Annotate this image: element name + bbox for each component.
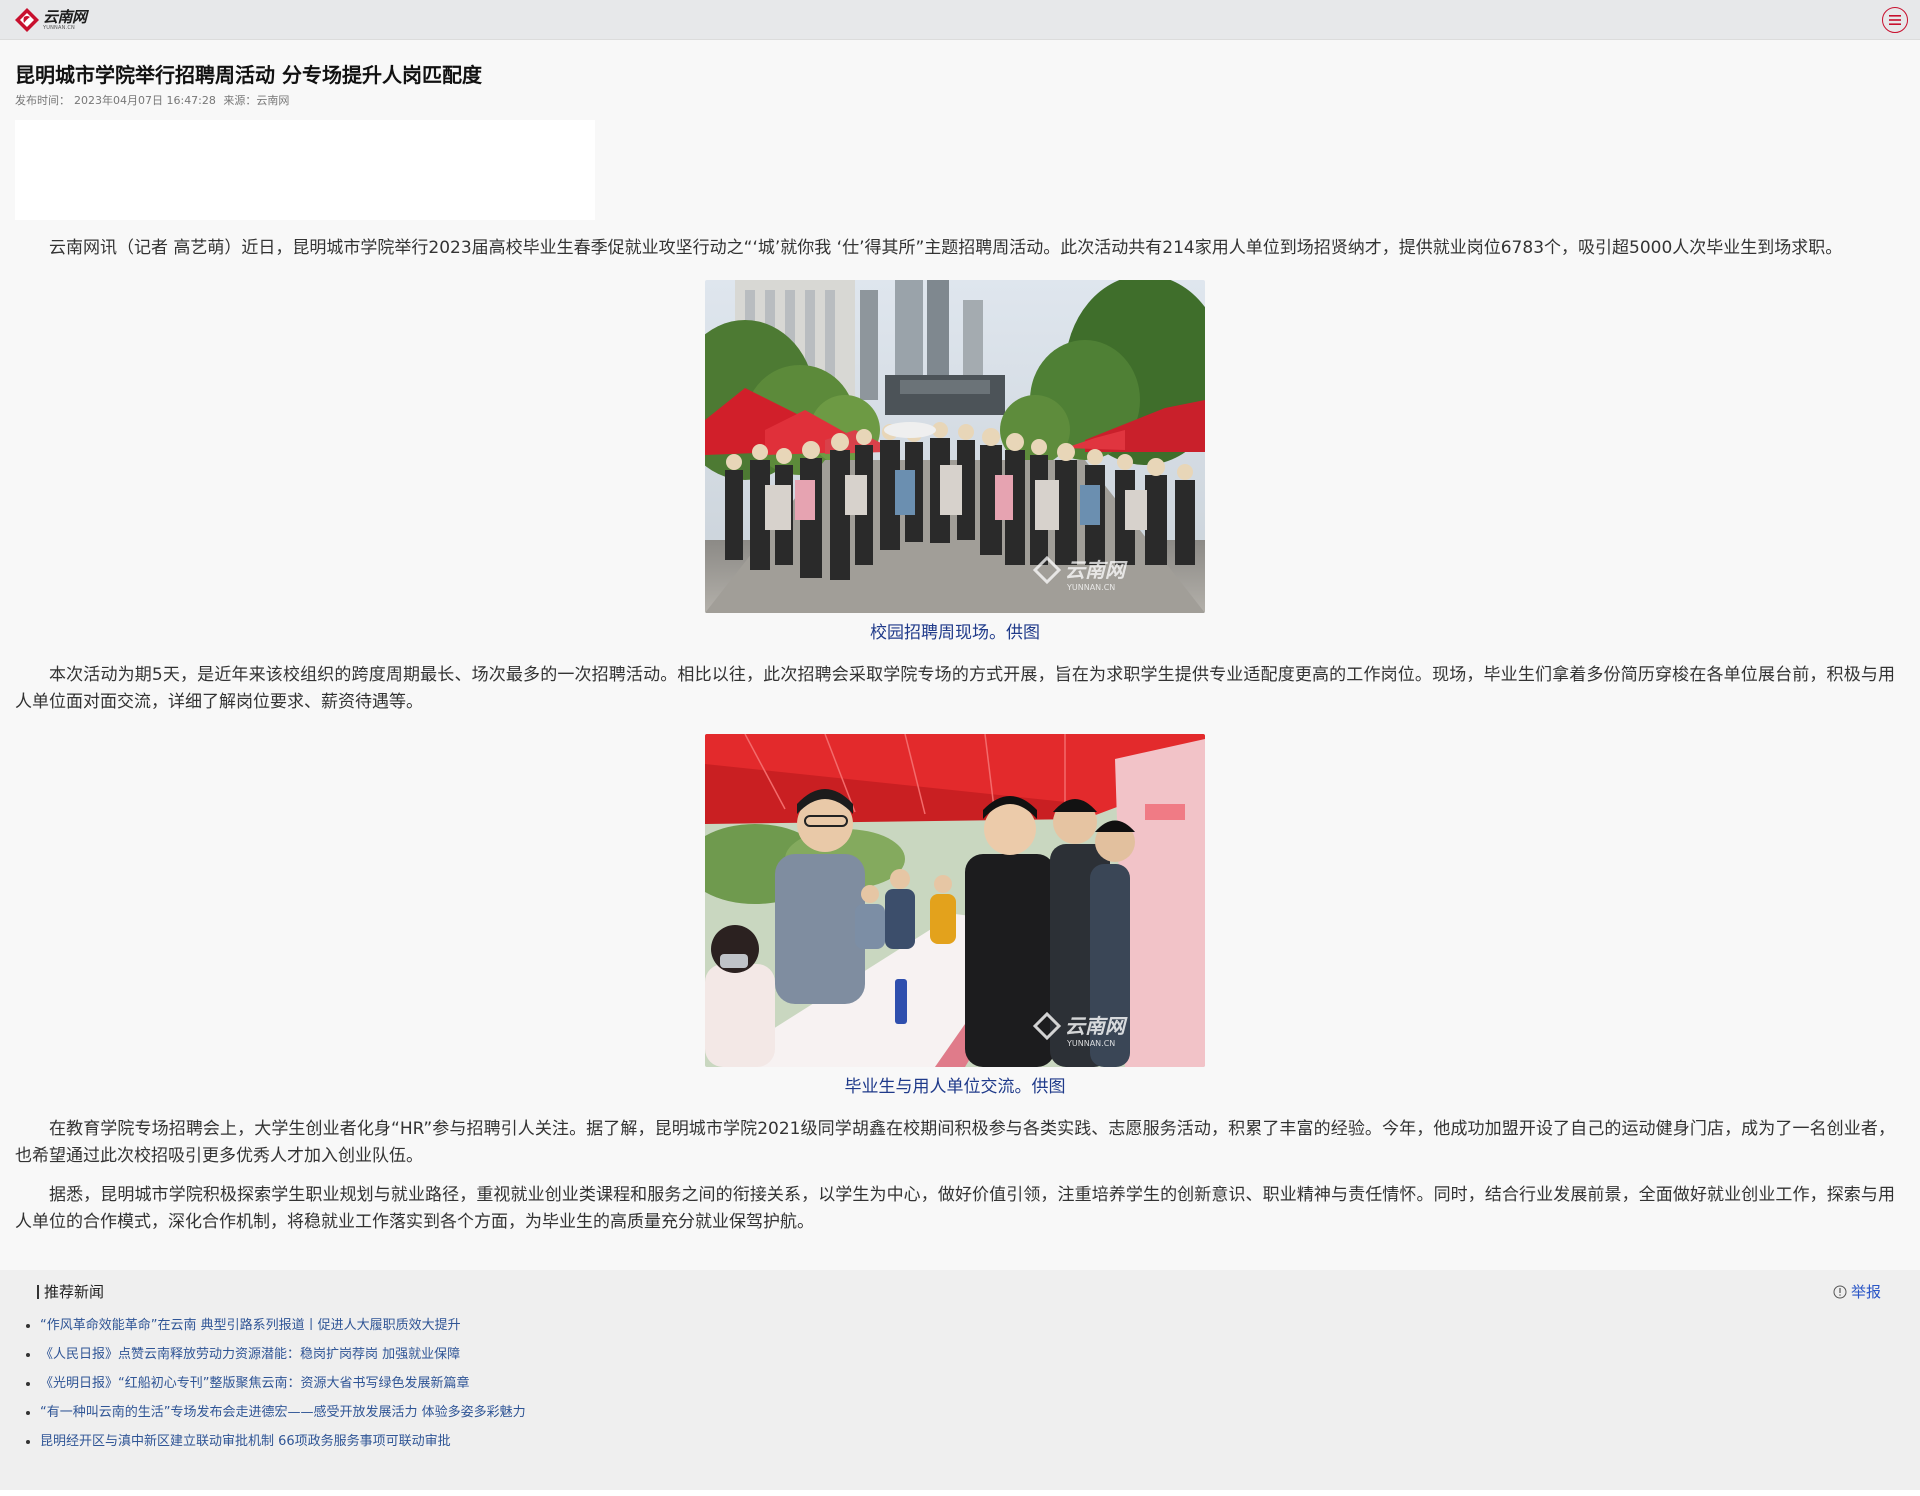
article-paragraph: 在教育学院专场招聘会上，大学生创业者化身“HR”参与招聘引人关注。据了解，昆明城… — [15, 1119, 1895, 1166]
list-item: 《人民日报》点赞云南释放劳动力资源潜能：稳岗扩岗荐岗 加强就业保障 — [26, 1345, 526, 1374]
recommended-link[interactable]: “有一种叫云南的生活”专场发布会走进德宏——感受开放发展活力 体验多姿多彩魅力 — [40, 1403, 526, 1423]
top-bar: 云南网 YUNNAN.CN — [0, 0, 1920, 40]
publish-time: 2023年04月07日 16:47:28 — [74, 94, 216, 107]
logo-en: YUNNAN.CN — [43, 24, 75, 31]
list-item: “有一种叫云南的生活”专场发布会走进德宏——感受开放发展活力 体验多姿多彩魅力 — [26, 1403, 526, 1432]
heading-bar — [37, 1285, 39, 1299]
article-figure: 云南网 YUNNAN.CN 校园招聘周现场。供图 — [705, 280, 1205, 644]
figure-caption: 校园招聘周现场。供图 — [870, 623, 1040, 643]
recommended-news-section: 推荐新闻 举报 “作风革命效能革命”在云南 典型引路系列报道丨促进人大履职质效大… — [0, 1270, 1920, 1496]
article: 昆明城市学院举行招聘周活动 分专场提升人岗匹配度 发布时间： 2023年04月07… — [15, 40, 1895, 1236]
watermark-en: YUNNAN.CN — [1066, 583, 1115, 592]
list-item: “作风革命效能革命”在云南 典型引路系列报道丨促进人大履职质效大提升 — [26, 1316, 526, 1345]
article-paragraph: 本次活动为期5天，是近年来该校组织的跨度周期最长、场次最多的一次招聘活动。相比以… — [15, 665, 1895, 712]
recommended-link[interactable]: “作风革命效能革命”在云南 典型引路系列报道丨促进人大履职质效大提升 — [40, 1316, 461, 1336]
menu-icon — [1889, 15, 1901, 25]
watermark-text: 云南网 — [1065, 558, 1128, 582]
page: 云南网 YUNNAN.CN 昆明城市学院举行招聘周活动 分专场提升人岗匹配度 发… — [0, 0, 1920, 1496]
source-label: 来源： — [223, 94, 257, 107]
recommended-heading: 推荐新闻 — [37, 1282, 104, 1302]
bullet — [26, 1382, 30, 1386]
bullet — [26, 1411, 30, 1415]
logo-mark-icon — [15, 8, 39, 32]
recommended-list: “作风革命效能革命”在云南 典型引路系列报道丨促进人大履职质效大提升 《人民日报… — [26, 1316, 526, 1461]
report-label: 举报 — [1850, 1283, 1881, 1301]
article-title: 昆明城市学院举行招聘周活动 分专场提升人岗匹配度 — [15, 63, 482, 87]
media-placeholder — [15, 120, 595, 220]
menu-button[interactable] — [1882, 7, 1908, 33]
list-item: 昆明经开区与滇中新区建立联动审批机制 66项政务服务事项可联动审批 — [26, 1432, 526, 1461]
photo-student-employer-exchange: 云南网 YUNNAN.CN — [705, 734, 1205, 1067]
bullet — [26, 1440, 30, 1444]
article-paragraph: 据悉，昆明城市学院积极探索学生职业规划与就业路径，重视就业创业类课程和服务之间的… — [15, 1185, 1895, 1232]
bullet — [26, 1353, 30, 1357]
recommended-link[interactable]: 昆明经开区与滇中新区建立联动审批机制 66项政务服务事项可联动审批 — [40, 1432, 451, 1452]
figure-caption: 毕业生与用人单位交流。供图 — [844, 1077, 1066, 1097]
source-value: 云南网 — [256, 94, 290, 107]
article-paragraph: 云南网讯（记者 高艺萌）近日，昆明城市学院举行2023届高校毕业生春季促就业攻坚… — [49, 238, 1843, 258]
logo-text: 云南网 YUNNAN.CN — [43, 7, 87, 31]
recommended-heading-text: 推荐新闻 — [44, 1283, 105, 1301]
recommended-link[interactable]: 《人民日报》点赞云南释放劳动力资源潜能：稳岗扩岗荐岗 加强就业保障 — [40, 1345, 460, 1365]
logo-cn: 云南网 — [43, 7, 87, 26]
watermark-text: 云南网 — [1065, 1014, 1128, 1038]
publish-label: 发布时间： — [15, 94, 70, 107]
report-button[interactable]: 举报 — [1833, 1281, 1881, 1302]
site-logo[interactable]: 云南网 YUNNAN.CN — [14, 7, 87, 33]
bottom-strip — [0, 1490, 1920, 1496]
photo-campus-job-fair: 云南网 YUNNAN.CN — [705, 280, 1205, 613]
article-meta: 发布时间： 2023年04月07日 16:47:28 来源：云南网 — [15, 94, 1895, 108]
info-icon — [1833, 1285, 1847, 1298]
recommended-link[interactable]: 《光明日报》“红船初心专刊”整版聚焦云南：资源大省书写绿色发展新篇章 — [40, 1374, 469, 1394]
article-figure: 云南网 YUNNAN.CN 毕业生与用人单位交流。供图 — [705, 734, 1205, 1098]
watermark-en: YUNNAN.CN — [1066, 1039, 1115, 1048]
bullet — [26, 1324, 30, 1328]
list-item: 《光明日报》“红船初心专刊”整版聚焦云南：资源大省书写绿色发展新篇章 — [26, 1374, 526, 1403]
